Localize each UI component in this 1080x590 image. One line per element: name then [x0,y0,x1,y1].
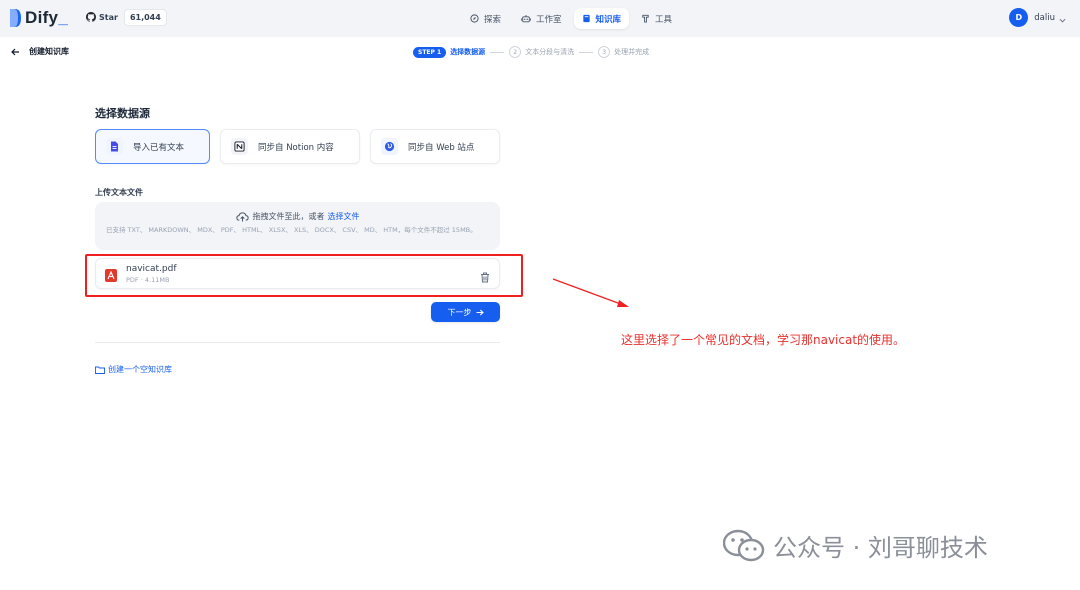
tools-icon [641,14,650,23]
divider [95,342,500,343]
folder-icon [95,366,105,374]
select-file-link[interactable]: 选择文件 [328,211,360,222]
back-button[interactable]: 创建知识库 [11,46,69,57]
nav-tab-label: 工作室 [536,14,562,25]
dropzone-text: 拖拽文件至此，或者 [252,212,325,221]
annotation-highlight-box [85,254,523,297]
dify-logo-mark-icon [10,7,21,29]
source-option-notion[interactable]: 同步自 Notion 内容 [220,129,360,164]
page-title: 创建知识库 [29,47,69,56]
step-1-badge: STEP 1 [413,46,447,58]
nav-tab-label: 探索 [484,14,502,25]
create-empty-label: 创建一个空知识库 [108,365,172,374]
dify-logo[interactable]: Dify_ [10,7,68,29]
github-icon [86,11,96,24]
stepper: STEP 1 选择数据源 2 文本分段与清洗 3 处理并完成 [413,46,649,58]
app-name: Dify_ [25,8,69,27]
book-icon [582,14,591,23]
arrow-right-icon [476,309,484,316]
upload-cloud-icon [235,211,249,222]
compass-icon [470,14,479,23]
nav-tab-label: 知识库 [595,14,622,25]
create-empty-knowledge-link[interactable]: 创建一个空知识库 [95,364,172,375]
nav-tab-label: 工具 [655,14,673,25]
github-star-count: 61,044 [123,9,167,26]
user-name: daliu [1034,12,1055,23]
source-option-web[interactable]: 同步自 Web 站点 [370,129,500,164]
source-option-label: 同步自 Notion 内容 [258,142,334,153]
nav-tab-tools[interactable]: 工具 [633,8,680,29]
watermark-text: 公众号 · 刘哥聊技术 [773,534,988,562]
step-2-number: 2 [509,46,522,58]
globe-icon [381,138,398,155]
top-nav-bar: Dify_ Star 61,044 探索 工作室 知识库 工具 D daliu [0,0,1080,37]
nav-tab-knowledge[interactable]: 知识库 [573,8,630,29]
step-2-label: 文本分段与清洗 [525,48,575,56]
annotation-arrow-icon [550,276,635,315]
notion-icon [231,138,248,155]
github-star-label: Star [99,13,118,22]
source-option-label: 导入已有文本 [133,142,185,153]
supported-formats-hint: 已支持 TXT、 MARKDOWN、 MDX、 PDF、 HTML、 XLSX、… [106,226,477,234]
dropzone-prompt: 拖拽文件至此，或者 选择文件 [95,211,500,222]
next-step-button[interactable]: 下一步 [431,302,500,322]
step-divider [579,51,594,53]
wechat-icon [723,529,765,563]
nav-tab-explore[interactable]: 探索 [462,8,509,29]
step-3-number: 3 [598,46,611,58]
source-option-import-text[interactable]: 导入已有文本 [95,129,210,164]
step-3-label: 处理并完成 [614,48,650,56]
annotation-text: 这里选择了一个常见的文档，学习那navicat的使用。 [621,333,906,347]
source-option-label: 同步自 Web 站点 [408,142,475,153]
robot-icon [521,14,531,23]
nav-tab-studio[interactable]: 工作室 [513,8,570,29]
github-star-button[interactable]: Star 61,044 [86,9,167,26]
main-nav: 探索 工作室 知识库 工具 [462,8,684,29]
next-step-label: 下一步 [447,307,472,317]
step-divider [490,51,505,53]
arrow-left-icon [11,48,20,56]
file-dropzone[interactable]: 拖拽文件至此，或者 选择文件 已支持 TXT、 MARKDOWN、 MDX、 P… [95,202,500,250]
upload-title: 上传文本文件 [95,188,143,197]
avatar: D [1009,8,1029,27]
watermark: 公众号 · 刘哥聊技术 [723,528,988,563]
file-icon [106,138,123,155]
step-1-label: 选择数据源 [450,48,486,56]
data-source-title: 选择数据源 [95,107,150,120]
chevron-down-icon [1059,8,1066,27]
user-menu[interactable]: D daliu [1009,8,1066,27]
